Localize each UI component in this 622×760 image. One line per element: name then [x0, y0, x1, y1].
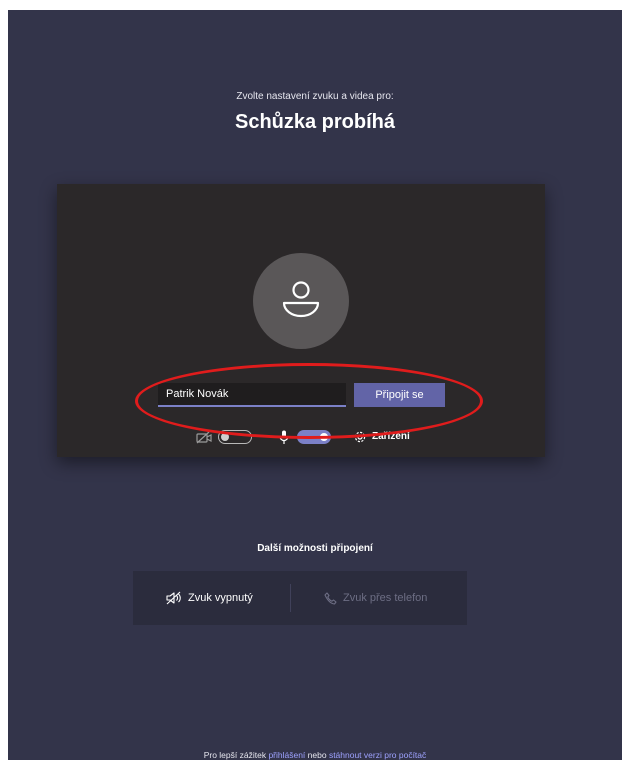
person-icon [282, 281, 320, 318]
gear-icon[interactable] [353, 430, 367, 444]
avatar [253, 253, 349, 349]
audio-off-option[interactable]: Zvuk vypnutý [166, 571, 253, 625]
name-input[interactable] [158, 383, 346, 407]
footer-middle: nebo [305, 750, 329, 760]
camera-toggle[interactable] [218, 430, 252, 444]
camera-off-icon [196, 431, 212, 444]
phone-audio-option[interactable]: Zvuk přes telefon [324, 571, 427, 625]
devices-button[interactable]: Zařízení [372, 431, 410, 442]
toggle-knob [320, 433, 328, 441]
footer-note: Pro lepší zážitek přihlášení nebo stáhno… [8, 750, 622, 760]
audio-off-label: Zvuk vypnutý [188, 592, 253, 604]
toggle-knob [221, 432, 229, 441]
more-join-options-label: Další možnosti připojení [257, 543, 373, 554]
footer-prefix: Pro lepší zážitek [203, 750, 269, 760]
options-divider [290, 584, 291, 612]
speaker-off-icon [166, 591, 181, 605]
join-options-panel: Zvuk vypnutý Zvuk přes telefon [133, 571, 467, 625]
media-controls: Zařízení [57, 428, 545, 448]
phone-icon [324, 591, 337, 605]
video-preview-panel: Připojit se Zařízení [57, 184, 545, 457]
signin-link[interactable]: přihlášení [268, 750, 305, 760]
phone-audio-label: Zvuk přes telefon [343, 592, 428, 604]
meeting-title: Schůzka probíhá [234, 111, 396, 133]
microphone-icon [279, 430, 289, 444]
prejoin-subtitle: Zvolte nastavení zvuku a videa pro: [236, 91, 394, 102]
meeting-prejoin-screen: Zvolte nastavení zvuku a videa pro: Schů… [8, 10, 622, 760]
download-desktop-link[interactable]: stáhnout verzi pro počítač [329, 750, 426, 760]
microphone-toggle[interactable] [297, 430, 331, 444]
join-button[interactable]: Připojit se [354, 383, 445, 407]
